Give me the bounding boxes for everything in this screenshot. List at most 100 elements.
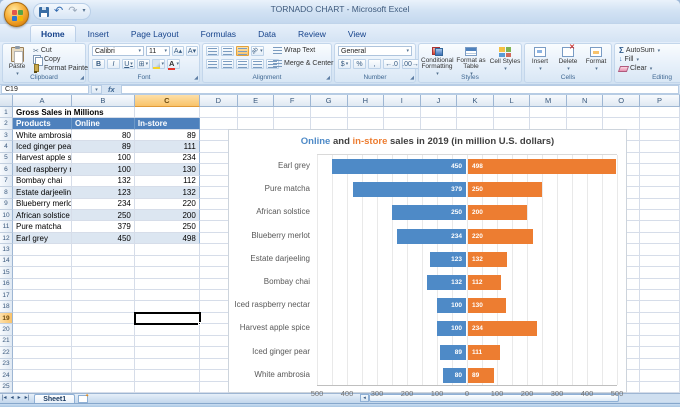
cell-C2[interactable]: In-store (134, 118, 200, 130)
format-painter-button[interactable]: Format Painter (31, 64, 90, 73)
font-dialog-launcher[interactable]: ◢ (194, 76, 198, 81)
cell-P8[interactable] (640, 187, 680, 199)
cell-D1[interactable] (199, 107, 238, 119)
row-header-20[interactable]: 20 (0, 324, 13, 336)
cell-A2[interactable]: Products (12, 118, 72, 130)
bar-in-store-blueberry-merlot[interactable]: 220 (468, 228, 533, 244)
insert-worksheet-button[interactable] (78, 393, 89, 403)
number-button-3[interactable]: ←.0 (383, 59, 400, 69)
cell-B4[interactable]: 89 (71, 141, 135, 153)
column-header-K[interactable]: K (457, 95, 494, 107)
cell-A19[interactable] (12, 312, 72, 325)
cell-C10[interactable]: 200 (134, 209, 200, 222)
autosum-button[interactable]: Σ AutoSum (617, 46, 660, 55)
number-button-4[interactable]: .00→ (402, 59, 419, 69)
cell-B21[interactable] (71, 335, 135, 348)
cell-A6[interactable]: Iced raspberry nectar (12, 164, 72, 176)
cell-K1[interactable] (457, 107, 494, 119)
cell-B24[interactable] (71, 370, 135, 382)
cell-P20[interactable] (640, 324, 680, 336)
fill-button[interactable]: ↓ Fill (617, 55, 660, 64)
borders-button[interactable]: ⊞ (137, 59, 150, 69)
paste-button[interactable]: Paste (5, 45, 29, 77)
cell-P17[interactable] (640, 290, 680, 302)
cell-N1[interactable] (566, 107, 604, 119)
cell-A21[interactable] (12, 335, 72, 348)
cell-C22[interactable] (134, 347, 200, 359)
column-header-L[interactable]: L (493, 95, 531, 107)
cell-A17[interactable] (12, 290, 72, 302)
cell-G1[interactable] (310, 107, 348, 119)
row-header-6[interactable]: 6 (0, 164, 13, 176)
number-button-2[interactable]: , (368, 59, 381, 69)
cell-B13[interactable] (71, 244, 135, 256)
row-header-8[interactable]: 8 (0, 187, 13, 199)
cell-A22[interactable] (12, 347, 72, 359)
tab-review[interactable]: Review (288, 26, 336, 42)
tab-page-layout[interactable]: Page Layout (121, 26, 189, 42)
cell-P24[interactable] (640, 370, 680, 382)
cell-A15[interactable] (12, 267, 72, 279)
cell-B18[interactable] (71, 301, 135, 313)
sheet-nav-2[interactable]: ▸ (16, 394, 23, 403)
cell-P5[interactable] (640, 152, 680, 165)
tab-view[interactable]: View (338, 26, 376, 42)
bold-button[interactable]: B (92, 59, 105, 69)
row-header-1[interactable]: 1 (0, 107, 13, 119)
cell-A11[interactable]: Pure matcha (12, 221, 72, 233)
cell-I1[interactable] (384, 107, 421, 119)
bar-in-store-white-ambrosia[interactable]: 89 (468, 367, 494, 383)
row-header-15[interactable]: 15 (0, 267, 13, 279)
clear-button[interactable]: Clear (617, 64, 660, 73)
cell-B5[interactable]: 100 (71, 152, 135, 165)
row-header-13[interactable]: 13 (0, 244, 13, 256)
cell-P11[interactable] (640, 221, 680, 233)
cell-P4[interactable] (640, 141, 680, 153)
worksheet-grid[interactable]: ABCDEFGHIJKLMNOP 1 Gross Sales in Million… (0, 95, 680, 398)
bar-online-earl-grey[interactable]: 450 (332, 159, 466, 174)
cell-B16[interactable] (71, 278, 135, 290)
formula-input[interactable] (120, 85, 679, 94)
cell-C24[interactable] (134, 370, 200, 382)
italic-button[interactable]: I (107, 59, 120, 69)
cell-P19[interactable] (640, 312, 680, 325)
align-center-button[interactable] (221, 59, 234, 69)
bar-online-harvest-apple-spice[interactable]: 100 (437, 321, 466, 337)
cell-B8[interactable]: 123 (71, 187, 135, 199)
cell-F1[interactable] (274, 107, 311, 119)
row-header-4[interactable]: 4 (0, 141, 13, 153)
bar-in-store-harvest-apple-spice[interactable]: 234 (468, 321, 538, 337)
delete-cells-button[interactable]: Delete (554, 45, 582, 77)
cell-B3[interactable]: 80 (71, 129, 135, 142)
cell-P2[interactable] (640, 118, 680, 130)
font-name-select[interactable]: Calibri ▾ (92, 46, 144, 56)
cell-A8[interactable]: Estate darjeeling (12, 187, 72, 199)
cell-P9[interactable] (640, 198, 680, 210)
cell-B25[interactable] (71, 381, 135, 393)
cell-C1[interactable] (134, 107, 200, 119)
cell-P7[interactable] (640, 175, 680, 188)
bar-online-estate-darjeeling[interactable]: 123 (430, 251, 466, 267)
cell-B14[interactable] (71, 255, 135, 268)
bar-in-store-iced-raspberry-nectar[interactable]: 130 (468, 298, 506, 314)
bar-in-store-pure-matcha[interactable]: 250 (468, 182, 542, 198)
alignment-dialog-launcher[interactable]: ◢ (326, 76, 330, 81)
column-header-J[interactable]: J (420, 95, 458, 107)
row-header-14[interactable]: 14 (0, 255, 13, 268)
cell-C4[interactable]: 111 (134, 141, 200, 153)
cell-C23[interactable] (134, 358, 200, 371)
cell-B6[interactable]: 100 (71, 164, 135, 176)
insert-function-button[interactable]: fx (104, 85, 119, 94)
cell-P22[interactable] (640, 347, 680, 359)
fill-handle[interactable] (198, 322, 201, 326)
cell-A7[interactable]: Bombay chai (12, 175, 72, 188)
tornado-chart[interactable]: Online and in-store sales in 2019 (in mi… (228, 129, 627, 398)
conditional-formatting-button[interactable]: Conditional Formatting (420, 45, 454, 77)
sheet-tab-sheet1[interactable]: Sheet1 (34, 394, 76, 403)
cell-B22[interactable] (71, 347, 135, 359)
tab-formulas[interactable]: Formulas (191, 26, 246, 42)
cell-P12[interactable] (640, 232, 680, 245)
cell-A9[interactable]: Blueberry merlot (12, 198, 72, 210)
column-header-M[interactable]: M (530, 95, 567, 107)
column-header-H[interactable]: H (347, 95, 385, 107)
